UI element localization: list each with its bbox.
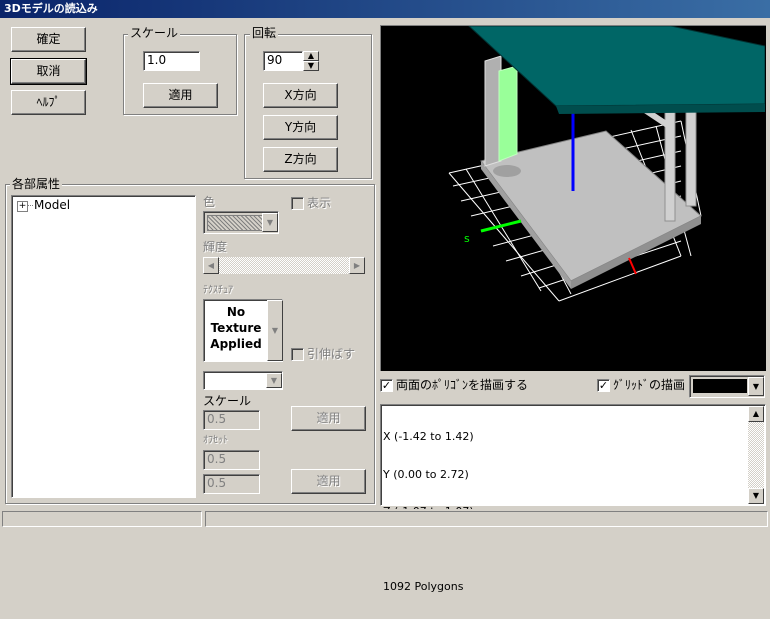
bg-color-dropdown-arrow[interactable]: ▼ (748, 377, 764, 396)
info-line: X (-1.42 to 1.42) (383, 430, 474, 443)
parts-group-label: 各部属性 (10, 177, 63, 191)
show-label: 表示 (307, 196, 332, 210)
tree-expand-icon[interactable]: + (17, 201, 28, 212)
ok-button[interactable]: 確定 (11, 27, 86, 52)
help-button[interactable]: ﾍﾙﾌﾟ (11, 90, 86, 115)
title-bar: 3Dモデルの読込み (0, 0, 770, 18)
show-checkbox[interactable] (291, 197, 304, 210)
slider-left-button[interactable]: ◀ (203, 257, 219, 274)
chevron-down-icon: ▼ (271, 326, 279, 335)
arrow-up-icon: ▲ (307, 51, 315, 60)
tex-scale-input[interactable]: 0.5 (203, 410, 260, 430)
panel-base (493, 165, 521, 177)
arrow-down-icon: ▼ (307, 61, 315, 70)
scroll-up-button[interactable]: ▲ (748, 406, 764, 422)
tex-scale-label: スケール (203, 394, 252, 408)
rotation-group-label: 回転 (250, 26, 279, 40)
info-line: 1092 Polygons (383, 580, 464, 593)
scale-group-label: スケール (128, 26, 181, 40)
model-info-text[interactable]: X (-1.42 to 1.42) Y (0.00 to 2.72) Z (-1… (380, 404, 766, 593)
color-dropdown[interactable]: ▼ (203, 211, 279, 234)
color-dropdown-arrow[interactable]: ▼ (262, 213, 278, 232)
texture-dropdown-arrow[interactable]: ▼ (267, 300, 283, 361)
chevron-down-icon: ▼ (270, 376, 278, 385)
brightness-label: 輝度 (203, 240, 228, 254)
x-axis-marker: s (464, 232, 470, 245)
scale-input[interactable]: 1.0 (143, 51, 200, 71)
slider-right-button[interactable]: ▶ (349, 257, 365, 274)
scale-apply-button[interactable]: 適用 (143, 83, 218, 108)
status-pane-2 (205, 511, 768, 527)
chevron-down-icon: ▼ (752, 382, 760, 391)
rotate-x-button[interactable]: X方向 (263, 83, 338, 108)
offset-apply-button[interactable]: 適用 (291, 469, 366, 494)
arrow-right-icon: ▶ (353, 261, 361, 270)
status-pane-1 (2, 511, 202, 527)
cancel-button[interactable]: 取消 (10, 58, 87, 85)
draw-grid-checkbox[interactable]: ✓ (597, 379, 610, 392)
model-tree[interactable]: + Model (11, 195, 196, 498)
3d-scene: s (448, 25, 766, 302)
chevron-down-icon: ▼ (266, 218, 274, 227)
status-bar (0, 509, 770, 529)
rotation-input[interactable]: 90 (263, 51, 303, 71)
info-line (383, 544, 474, 557)
bg-color-swatch (693, 379, 747, 393)
arrow-down-icon: ▼ (752, 491, 760, 500)
tree-connector (27, 205, 33, 206)
stretch-checkbox[interactable] (291, 348, 304, 361)
arrow-left-icon: ◀ (207, 261, 215, 270)
spin-up-button[interactable]: ▲ (303, 51, 319, 61)
z-axis (628, 257, 637, 275)
tex-scale-apply-button[interactable]: 適用 (291, 406, 366, 431)
info-scrollbar[interactable]: ▲ ▼ (748, 406, 764, 504)
color-label: 色 (203, 195, 216, 209)
spin-down-button[interactable]: ▼ (303, 61, 319, 71)
tree-item-model[interactable]: Model (34, 198, 70, 212)
bg-color-dropdown[interactable]: ▼ (689, 375, 765, 398)
info-line: Y (0.00 to 2.72) (383, 467, 469, 481)
draw-grid-label: ｸﾞﾘｯﾄﾞの描画 (613, 378, 686, 392)
arrow-up-icon: ▲ (752, 409, 760, 418)
texture-preview-text: No Texture Applied (210, 305, 262, 351)
panel-face (498, 65, 518, 162)
texture-file-dropdown[interactable]: ▼ (203, 371, 283, 390)
3d-viewport[interactable]: s (380, 25, 766, 371)
stretch-label: 引伸ばす (307, 347, 356, 361)
offset-y-input[interactable]: 0.5 (203, 474, 260, 494)
scroll-down-button[interactable]: ▼ (748, 488, 764, 504)
double-sided-label: 両面のﾎﾟﾘｺﾞﾝを描画する (396, 378, 529, 392)
x-axis (480, 219, 522, 233)
offset-label: ｵﾌｾｯﾄ (203, 435, 228, 446)
window-title: 3Dモデルの読込み (4, 2, 98, 15)
texture-file-dropdown-arrow[interactable]: ▼ (266, 373, 282, 388)
rotate-z-button[interactable]: Z方向 (263, 147, 338, 172)
brightness-slider[interactable]: ◀ ▶ (203, 257, 365, 274)
double-sided-checkbox[interactable]: ✓ (380, 379, 393, 392)
color-swatch (207, 215, 263, 231)
offset-x-input[interactable]: 0.5 (203, 450, 260, 470)
texture-label: ﾃｸｽﾁｭｱ (203, 285, 233, 296)
rotate-y-button[interactable]: Y方向 (263, 115, 338, 140)
texture-preview[interactable]: No Texture Applied ▼ (203, 299, 283, 362)
